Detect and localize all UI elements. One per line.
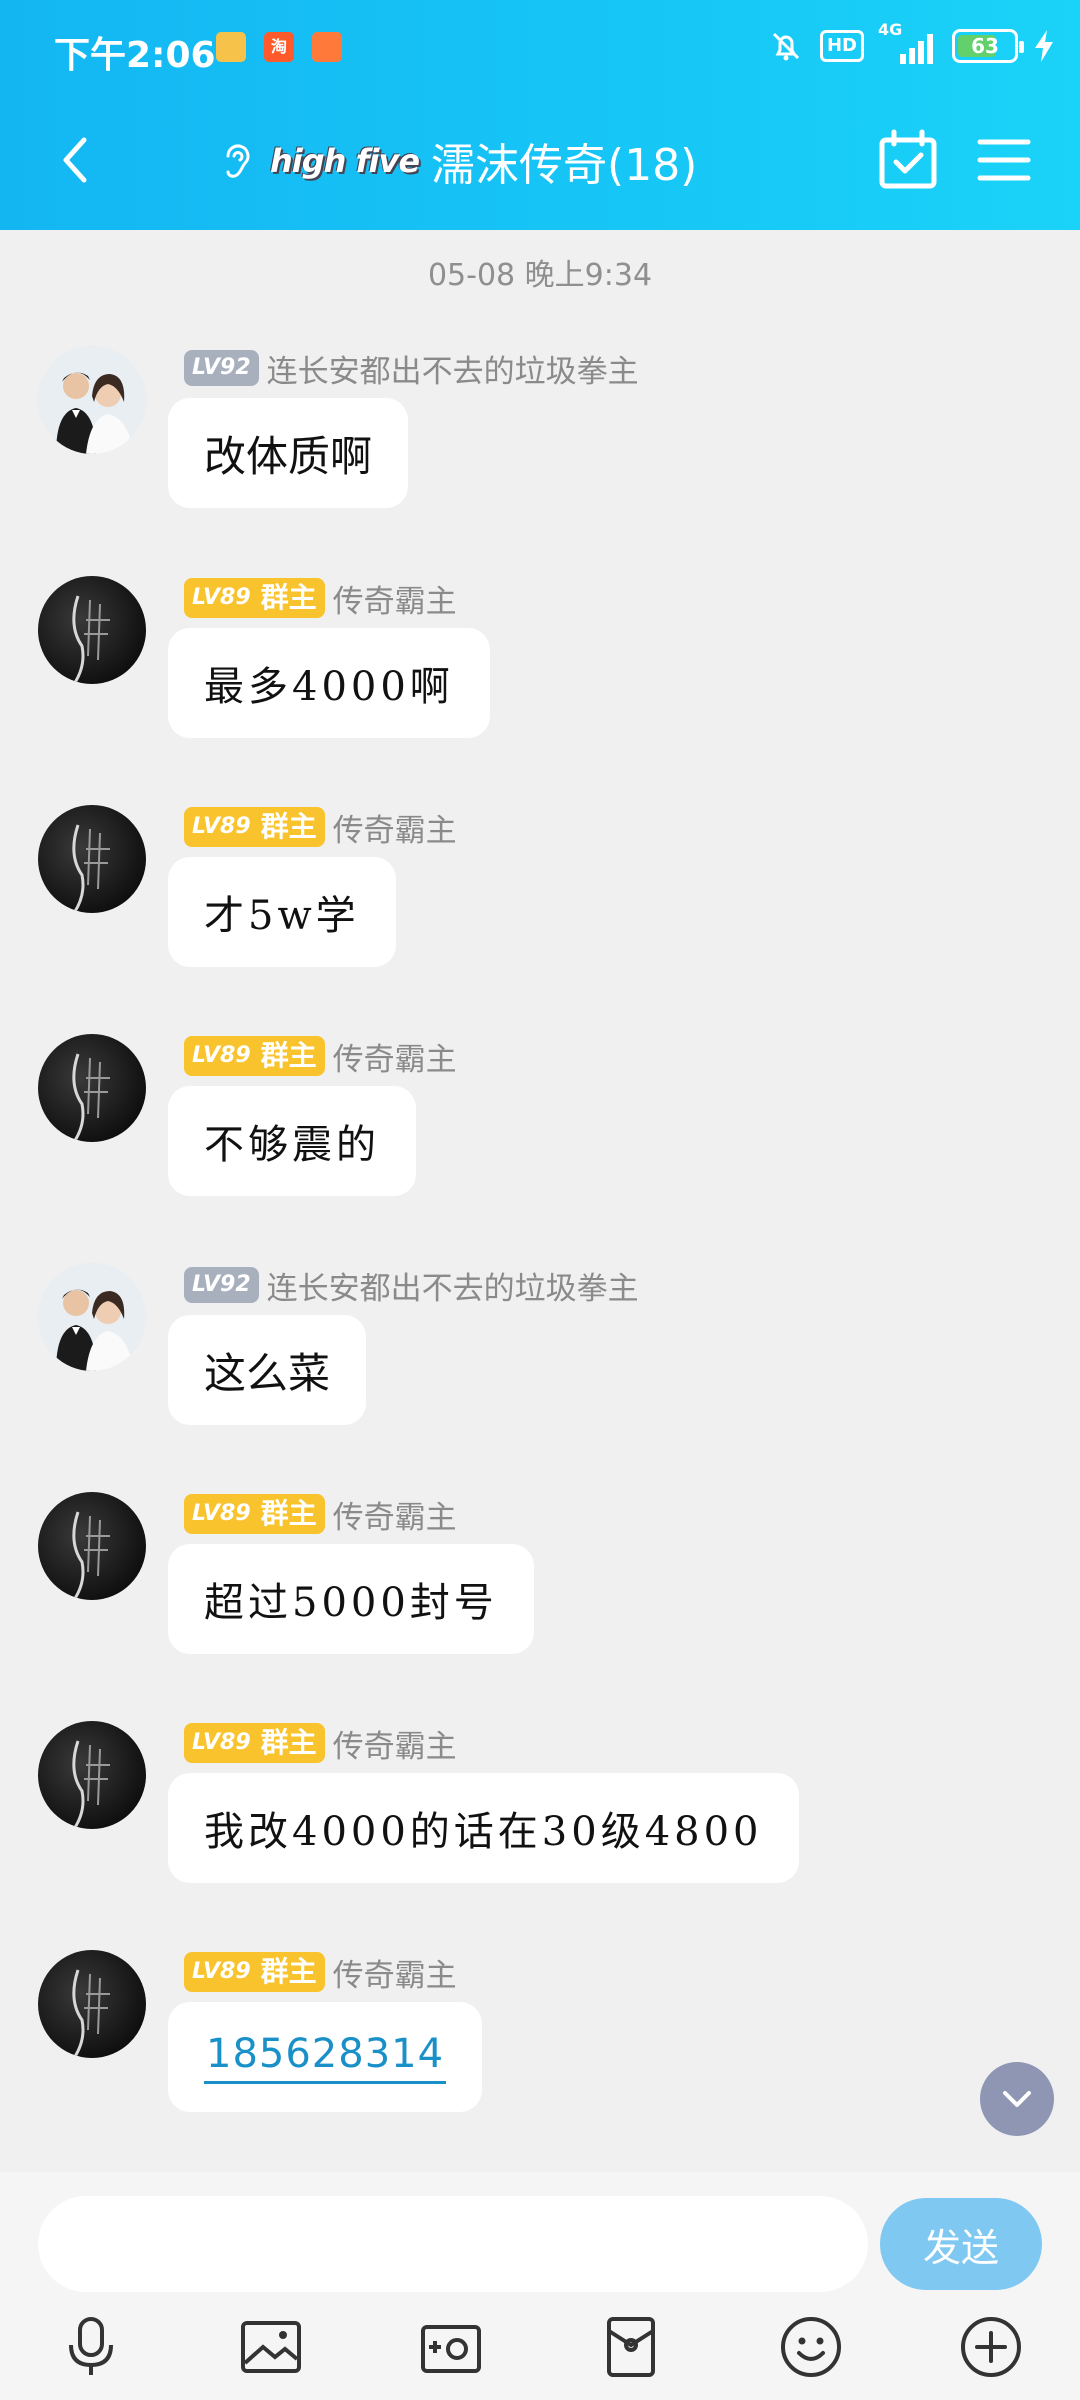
message-bubble[interactable]: 超过5000封号: [168, 1544, 534, 1654]
message-row: LV89 群主 传奇霸主 不够震的: [0, 1034, 1080, 1204]
avatar[interactable]: [38, 1263, 146, 1371]
sender-line: LV89 群主 传奇霸主: [184, 1721, 457, 1766]
sender-name[interactable]: 传奇霸主: [333, 1034, 457, 1079]
number-link[interactable]: 185628314: [204, 2031, 447, 2084]
sender-name[interactable]: 传奇霸主: [333, 1721, 457, 1766]
status-right-group: HD 4G 63: [766, 20, 1056, 68]
sender-line: LV89 群主 传奇霸主: [184, 576, 457, 621]
chevron-left-icon: [63, 137, 87, 183]
group-brand-logo: high five: [270, 142, 420, 180]
owner-badge: LV89 群主: [184, 1723, 325, 1763]
emoji-icon[interactable]: [776, 2312, 846, 2382]
sender-name[interactable]: 传奇霸主: [333, 805, 457, 850]
sender-name[interactable]: 传奇霸主: [333, 1950, 457, 1995]
send-button[interactable]: 发送: [880, 2198, 1042, 2290]
message-row: LV89 群主 传奇霸主 最多4000啊: [0, 576, 1080, 746]
avatar[interactable]: [38, 1950, 146, 2058]
taobao-app-icon: 淘: [264, 32, 294, 62]
avatar[interactable]: [38, 805, 146, 913]
signal-icon: 4G: [878, 20, 938, 66]
sender-name[interactable]: 传奇霸主: [333, 1492, 457, 1537]
owner-badge: LV89 群主: [184, 1036, 325, 1076]
message-row: LV92 连长安都出不去的垃圾拳主 改体质啊: [0, 346, 1080, 516]
avatar[interactable]: [38, 576, 146, 684]
status-time: 下午2:06: [54, 35, 216, 76]
message-row: LV89 群主 传奇霸主 185628314: [0, 1950, 1080, 2120]
owner-badge: LV89 群主: [184, 1952, 325, 1992]
scroll-to-bottom-button[interactable]: [980, 2062, 1054, 2136]
level-label: LV89: [192, 1501, 251, 1526]
calendar-check-icon: [879, 129, 937, 189]
group-title-area[interactable]: high five 濡沫传奇(18): [216, 126, 697, 196]
battery-indicator: 63: [952, 29, 1024, 63]
sender-line: LV92 连长安都出不去的垃圾拳主: [184, 346, 639, 391]
sender-name[interactable]: 传奇霸主: [333, 576, 457, 621]
sender-name[interactable]: 连长安都出不去的垃圾拳主: [267, 1263, 639, 1308]
avatar[interactable]: [38, 1034, 146, 1142]
owner-badge: LV89 群主: [184, 807, 325, 847]
level-label: LV89: [192, 1043, 251, 1068]
avatar[interactable]: [38, 1492, 146, 1600]
avatar[interactable]: [38, 1721, 146, 1829]
owner-label: 群主: [260, 581, 317, 614]
back-button[interactable]: [48, 130, 108, 190]
message-row: LV89 群主 传奇霸主 我改4000的话在30级4800: [0, 1721, 1080, 1891]
message-row: LV89 群主 传奇霸主 超过5000封号: [0, 1492, 1080, 1662]
message-bubble[interactable]: 不够震的: [168, 1086, 416, 1196]
message-bubble[interactable]: 才5w学: [168, 857, 396, 967]
chat-area[interactable]: 05-08 晚上9:34 LV92 连长安都出不去的垃圾拳主 改体质啊 LV89…: [0, 230, 1080, 2172]
chevron-down-icon: [1003, 2091, 1031, 2107]
owner-label: 群主: [260, 1497, 317, 1530]
owner-badge: LV89 群主: [184, 578, 325, 618]
red-packet-icon[interactable]: [596, 2312, 666, 2382]
owner-badge: LV89 群主: [184, 1494, 325, 1534]
plus-icon[interactable]: [956, 2312, 1026, 2382]
ear-mode-icon[interactable]: [216, 138, 258, 184]
status-bar: 下午2:06 淘 HD 4G 63: [0, 0, 1080, 96]
level-label: LV89: [192, 1959, 251, 1984]
message-row: LV89 群主 传奇霸主 才5w学: [0, 805, 1080, 975]
title-bar: high five 濡沫传奇(18): [0, 96, 1080, 230]
avatar[interactable]: [38, 346, 146, 454]
microphone-icon[interactable]: [56, 2312, 126, 2382]
level-label: LV89: [192, 814, 251, 839]
note-app-icon: [216, 32, 246, 62]
group-title: 濡沫传奇(18): [431, 140, 698, 191]
owner-label: 群主: [260, 810, 317, 843]
message-row: LV92 连长安都出不去的垃圾拳主 这么菜: [0, 1263, 1080, 1433]
level-label: LV89: [192, 585, 251, 610]
network-label: 4G: [878, 20, 903, 39]
battery-level: 63: [971, 34, 999, 58]
mute-bell-icon: [766, 26, 806, 66]
sender-name[interactable]: 连长安都出不去的垃圾拳主: [267, 346, 639, 391]
message-bubble[interactable]: 最多4000啊: [168, 628, 490, 738]
level-badge: LV92: [184, 350, 259, 386]
level-label: LV89: [192, 1730, 251, 1755]
input-panel: 发送: [0, 2172, 1080, 2400]
hd-badge: HD: [819, 30, 864, 62]
sender-line: LV89 群主 传奇霸主: [184, 805, 457, 850]
sender-line: LV89 群主 传奇霸主: [184, 1034, 457, 1079]
photo-icon[interactable]: [236, 2312, 306, 2382]
group-calendar-button[interactable]: [876, 128, 940, 192]
shopping-bag-icon: [312, 32, 342, 62]
sender-line: LV89 群主 传奇霸主: [184, 1492, 457, 1537]
message-bubble: 185628314: [168, 2002, 483, 2112]
message-bubble[interactable]: 我改4000的话在30级4800: [168, 1773, 799, 1883]
sender-line: LV89 群主 传奇霸主: [184, 1950, 457, 1995]
charging-bolt-icon: [1032, 26, 1056, 66]
header: 下午2:06 淘 HD 4G 63 high five 濡沫传奇(18): [0, 0, 1080, 230]
owner-label: 群主: [260, 1955, 317, 1988]
owner-label: 群主: [260, 1726, 317, 1759]
hamburger-menu-icon: [977, 139, 1031, 181]
message-bubble[interactable]: 这么菜: [168, 1315, 367, 1425]
date-separator: 05-08 晚上9:34: [427, 258, 653, 293]
level-badge: LV92: [184, 1267, 259, 1303]
message-input[interactable]: [38, 2196, 868, 2292]
message-bubble[interactable]: 改体质啊: [168, 398, 409, 508]
sender-line: LV92 连长安都出不去的垃圾拳主: [184, 1263, 639, 1308]
menu-button[interactable]: [976, 134, 1032, 186]
owner-label: 群主: [260, 1039, 317, 1072]
camera-icon[interactable]: [416, 2312, 486, 2382]
